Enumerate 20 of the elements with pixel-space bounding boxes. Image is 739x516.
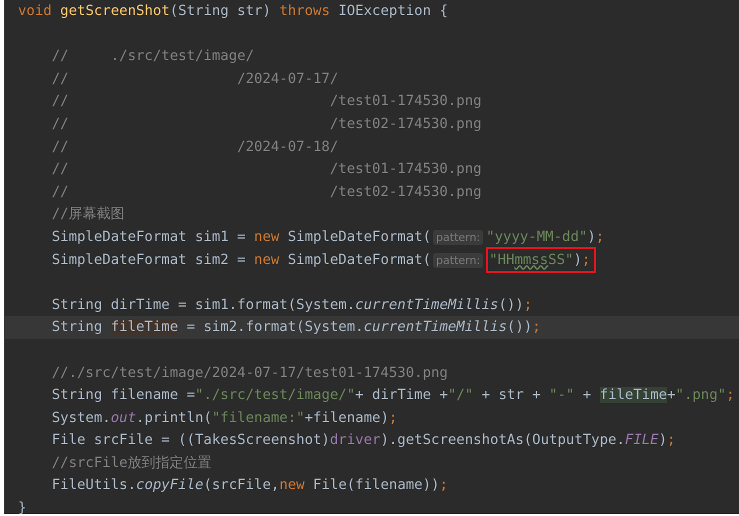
code-line: // /2024-07-18/ [50, 138, 340, 157]
code-line: SimpleDateFormat sim2 = new SimpleDateFormat( pattern: "HHmmssSS"); [5, 248, 739, 272]
code-line: String dirTime = sim1.format(System.currentTimeMillis()); [50, 296, 534, 315]
code-line: String filename ="./src/test/image/"+ dirTime +"/" + str + "-" + fileTime+".png"; [50, 386, 736, 406]
code-line: void getScreenShot(String str) throws IOException { [17, 2, 449, 21]
code-line: // /test02-174530.png [50, 114, 483, 134]
code-line: //屏幕截图 [50, 205, 126, 224]
code-line: FileUtils.copyFile(srcFile,new File(filename)); [50, 476, 449, 496]
code-line: // ./src/test/image/ [50, 47, 256, 66]
code-line: File srcFile = ((TakesScreenshot)driver).getScreenshotAs(OutputType.FILE); [50, 431, 676, 450]
code-line: //./src/test/image/2024-07-17/test01-174530.png [50, 364, 449, 382]
code-line: // /test01-174530.png [50, 92, 483, 112]
code-line: //srcFile放到指定位置 [50, 454, 213, 473]
code-line: // /2024-07-17/ [50, 70, 340, 89]
code-editor[interactable] [4, 0, 739, 514]
code-line: } [17, 499, 28, 514]
code-line: // /test01-174530.png [50, 160, 483, 180]
code-line: SimpleDateFormat sim1 = new SimpleDateFormat( pattern: "yyyy-MM-dd"); [50, 228, 606, 247]
code-line: System.out.println("filename:"+filename); [50, 408, 398, 428]
code-line: // /test02-174530.png [50, 182, 483, 202]
